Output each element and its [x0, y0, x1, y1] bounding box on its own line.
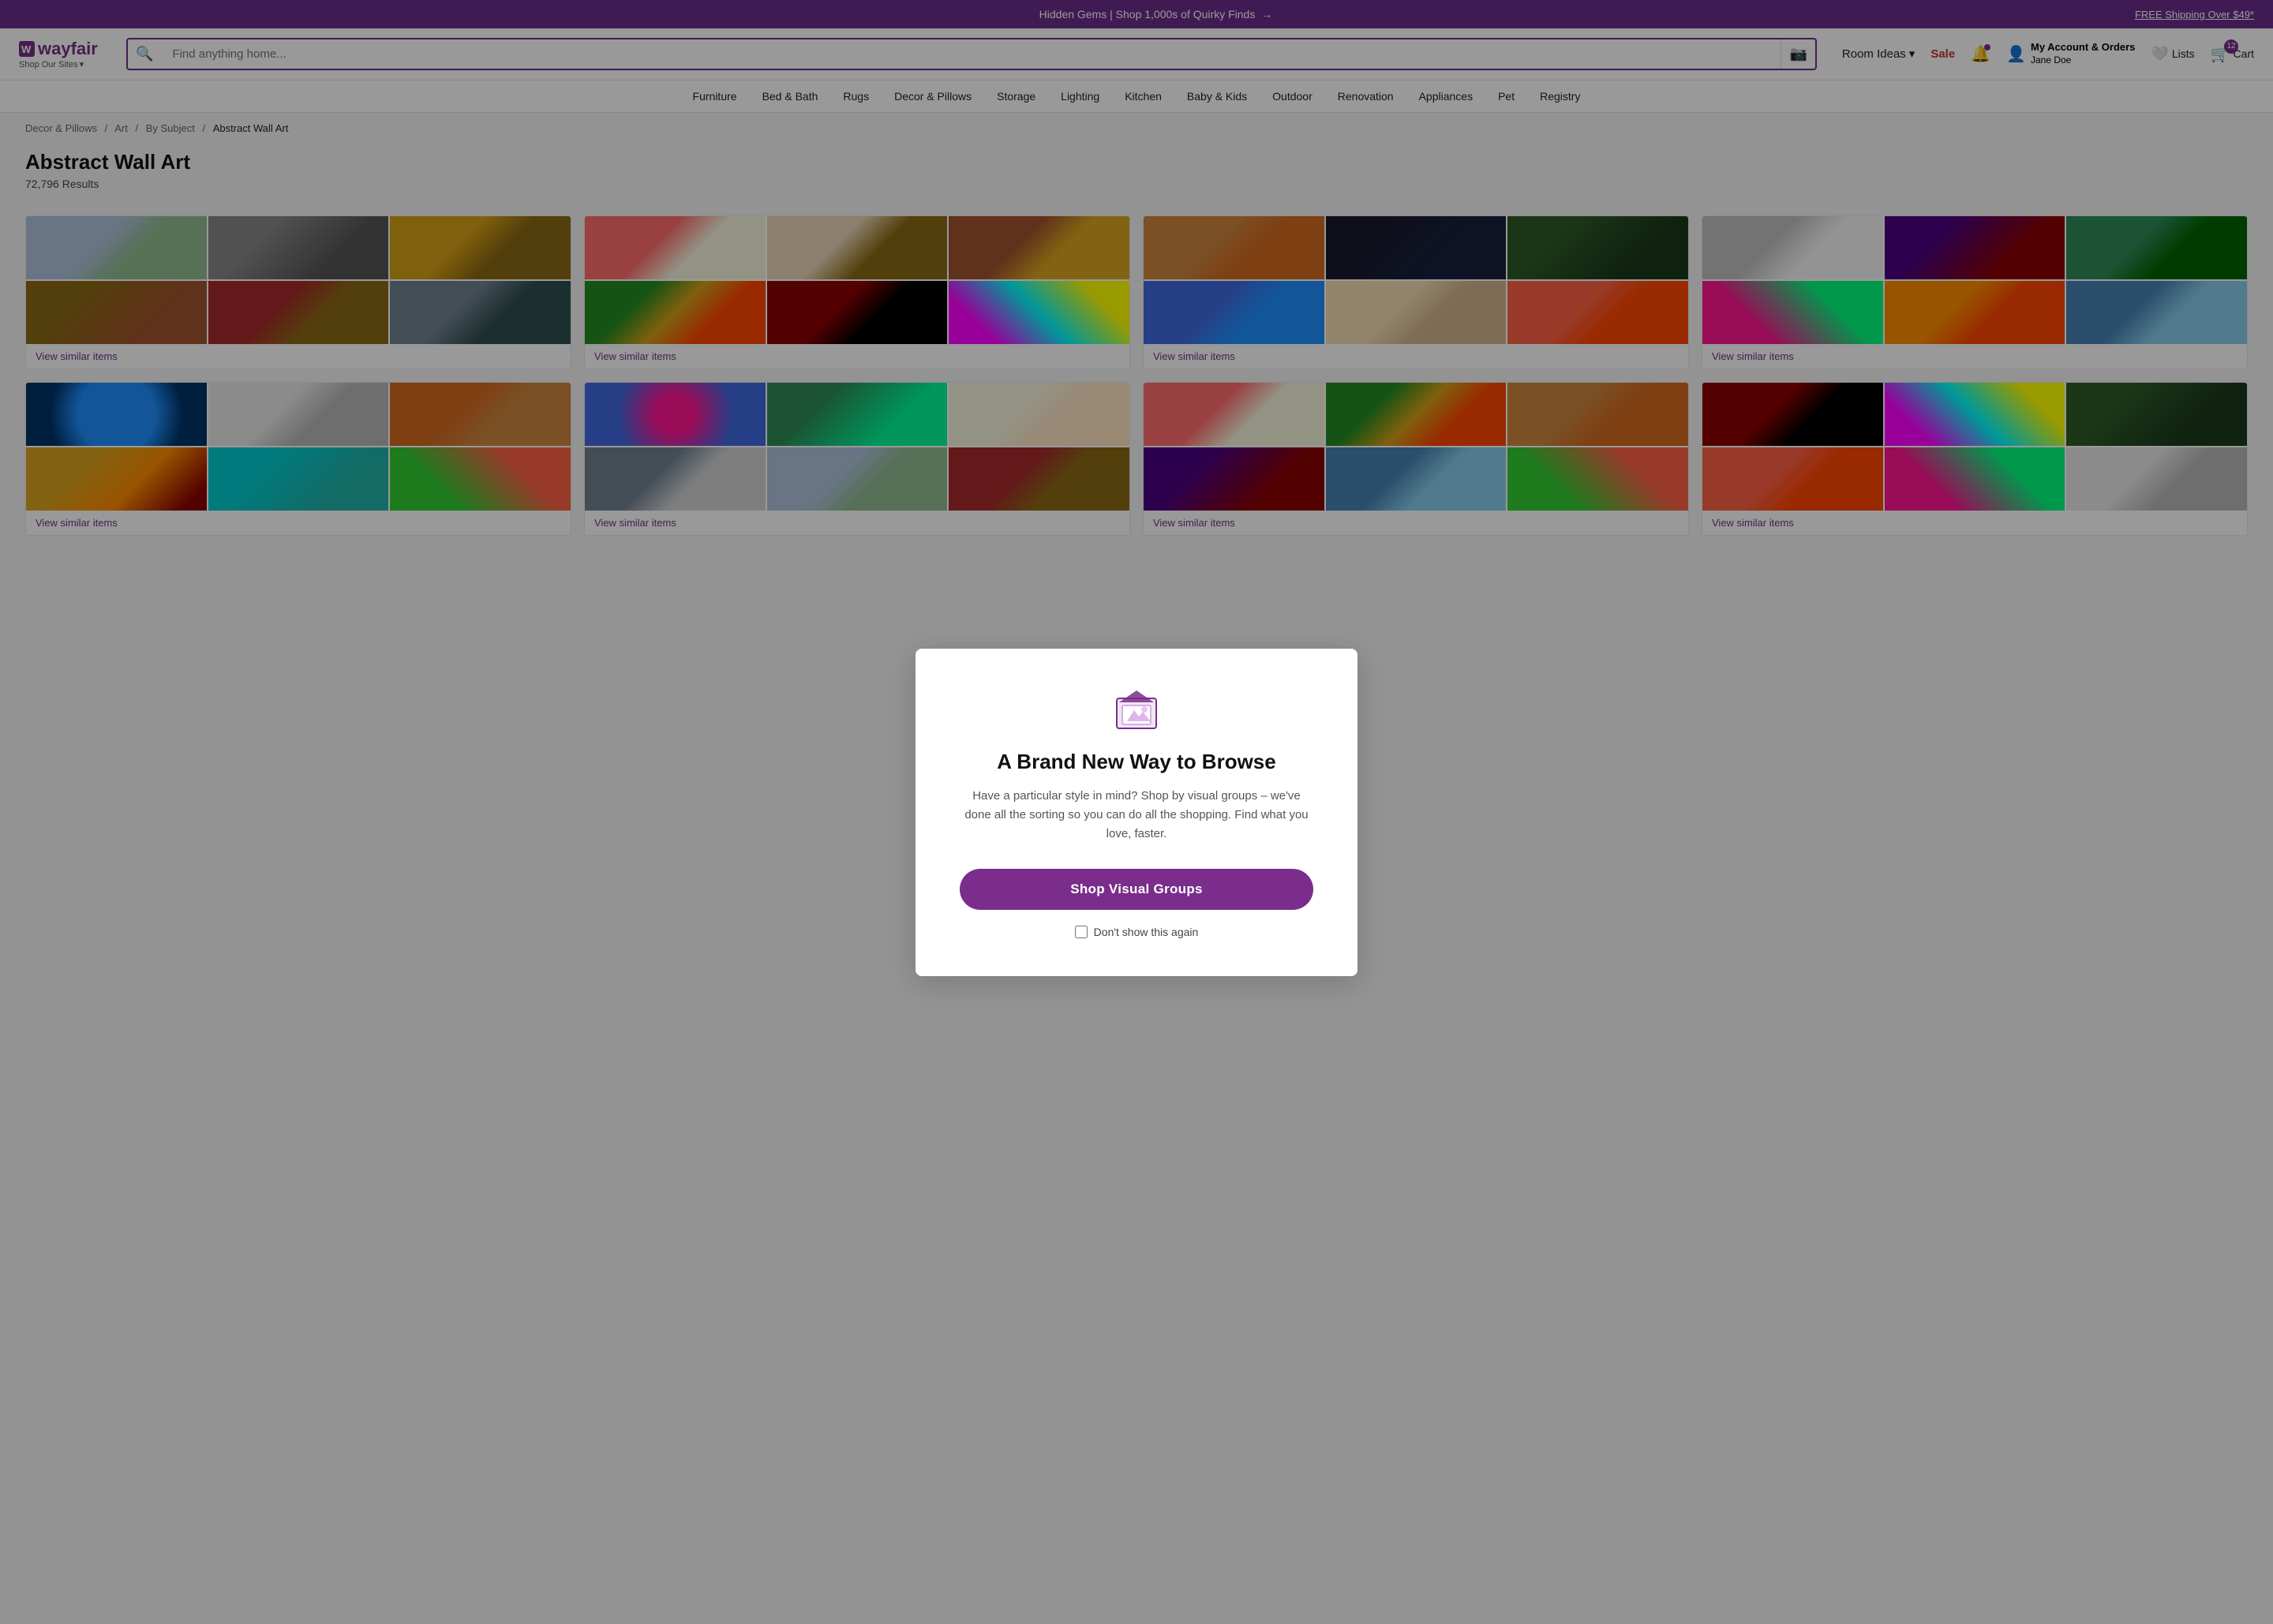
visual-groups-icon — [1113, 687, 1160, 734]
modal-overlay[interactable]: A Brand New Way to Browse Have a particu… — [0, 0, 2273, 1624]
dont-show-label[interactable]: Don't show this again — [1094, 926, 1199, 938]
modal-description: Have a particular style in mind? Shop by… — [960, 787, 1313, 844]
modal-title: A Brand New Way to Browse — [960, 750, 1313, 774]
modal-icon-area — [960, 687, 1313, 734]
visual-groups-modal: A Brand New Way to Browse Have a particu… — [916, 649, 1357, 976]
dont-show-again-area: Don't show this again — [960, 926, 1313, 938]
dont-show-checkbox[interactable] — [1075, 926, 1088, 938]
shop-visual-groups-button[interactable]: Shop Visual Groups — [960, 869, 1313, 910]
